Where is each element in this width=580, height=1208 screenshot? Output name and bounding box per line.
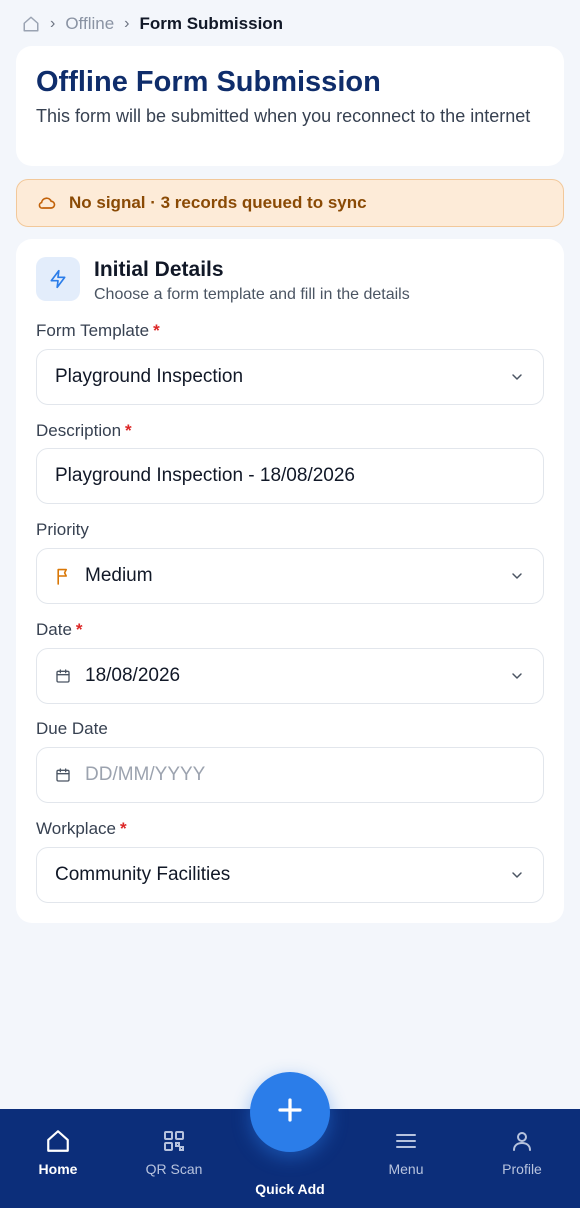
menu-icon [356, 1127, 456, 1155]
nav-profile-label: Profile [502, 1161, 542, 1177]
page-title: Offline Form Submission [36, 66, 381, 98]
description-value: Playground Inspection - 18/08/2026 [55, 465, 355, 486]
offline-form-page: › Offline › Form Submission Offline Form… [0, 0, 580, 1208]
priority-select[interactable]: Medium [36, 548, 544, 604]
date-value: 18/08/2026 [85, 665, 181, 686]
breadcrumb-item-offline[interactable]: Offline [65, 14, 114, 34]
offline-alert: No signal · 3 records queued to sync [16, 179, 564, 227]
chevron-down-icon [509, 867, 525, 883]
nav-home[interactable]: Home [8, 1127, 108, 1177]
form-template-value: Playground Inspection [55, 366, 244, 387]
breadcrumb: › Offline › Form Submission [22, 14, 283, 34]
section-title: Initial Details [94, 258, 224, 281]
workplace-select[interactable]: Community Facilities [36, 847, 544, 903]
nav-profile[interactable]: Profile [472, 1127, 572, 1177]
user-icon [472, 1127, 572, 1155]
nav-qr-label: QR Scan [145, 1161, 203, 1177]
nav-menu-label: Menu [388, 1161, 424, 1177]
date-label: Date * [36, 620, 83, 639]
chevron-down-icon [509, 369, 525, 385]
breadcrumb-item-current: Form Submission [139, 14, 284, 33]
priority-label: Priority [36, 520, 89, 539]
plus-icon [275, 1095, 305, 1130]
page-subtitle: This form will be submitted when you rec… [36, 106, 531, 126]
chevron-down-icon [509, 568, 525, 584]
lightning-icon [36, 257, 80, 301]
nav-menu[interactable]: Menu [356, 1127, 456, 1177]
home-icon[interactable] [22, 15, 40, 33]
description-input[interactable]: Playground Inspection - 18/08/2026 [36, 448, 544, 504]
due-date-picker[interactable]: DD/MM/YYYY [36, 747, 544, 803]
flag-icon [55, 567, 71, 585]
description-label: Description * [36, 421, 132, 440]
header-card: Offline Form Submission This form will b… [16, 46, 564, 166]
priority-value: Medium [85, 565, 153, 586]
due-date-label: Due Date [36, 719, 108, 738]
qr-code-icon [124, 1127, 224, 1155]
nav-home-label: Home [38, 1161, 78, 1177]
form-template-label: Form Template * [36, 321, 160, 340]
section-header: Initial Details Choose a form template a… [36, 257, 544, 305]
date-picker[interactable]: 18/08/2026 [36, 648, 544, 704]
section-subtitle: Choose a form template and fill in the d… [94, 286, 410, 303]
home-icon [8, 1127, 108, 1155]
calendar-icon [55, 668, 71, 684]
cloud-off-icon [37, 193, 57, 213]
form-template-select[interactable]: Playground Inspection [36, 349, 544, 405]
nav-qr-scan[interactable]: QR Scan [124, 1127, 224, 1177]
quick-add-button[interactable] [250, 1072, 330, 1152]
chevron-right-icon: › [50, 15, 56, 32]
due-date-placeholder: DD/MM/YYYY [85, 764, 206, 785]
calendar-icon [55, 767, 71, 783]
alert-text: No signal · 3 records queued to sync [69, 193, 367, 212]
workplace-label: Workplace * [36, 819, 127, 838]
quick-add-label: Quick Add [255, 1181, 325, 1197]
workplace-value: Community Facilities [55, 864, 231, 885]
form-card: Initial Details Choose a form template a… [16, 239, 564, 923]
chevron-right-icon: › [124, 15, 130, 32]
chevron-down-icon [509, 668, 525, 684]
